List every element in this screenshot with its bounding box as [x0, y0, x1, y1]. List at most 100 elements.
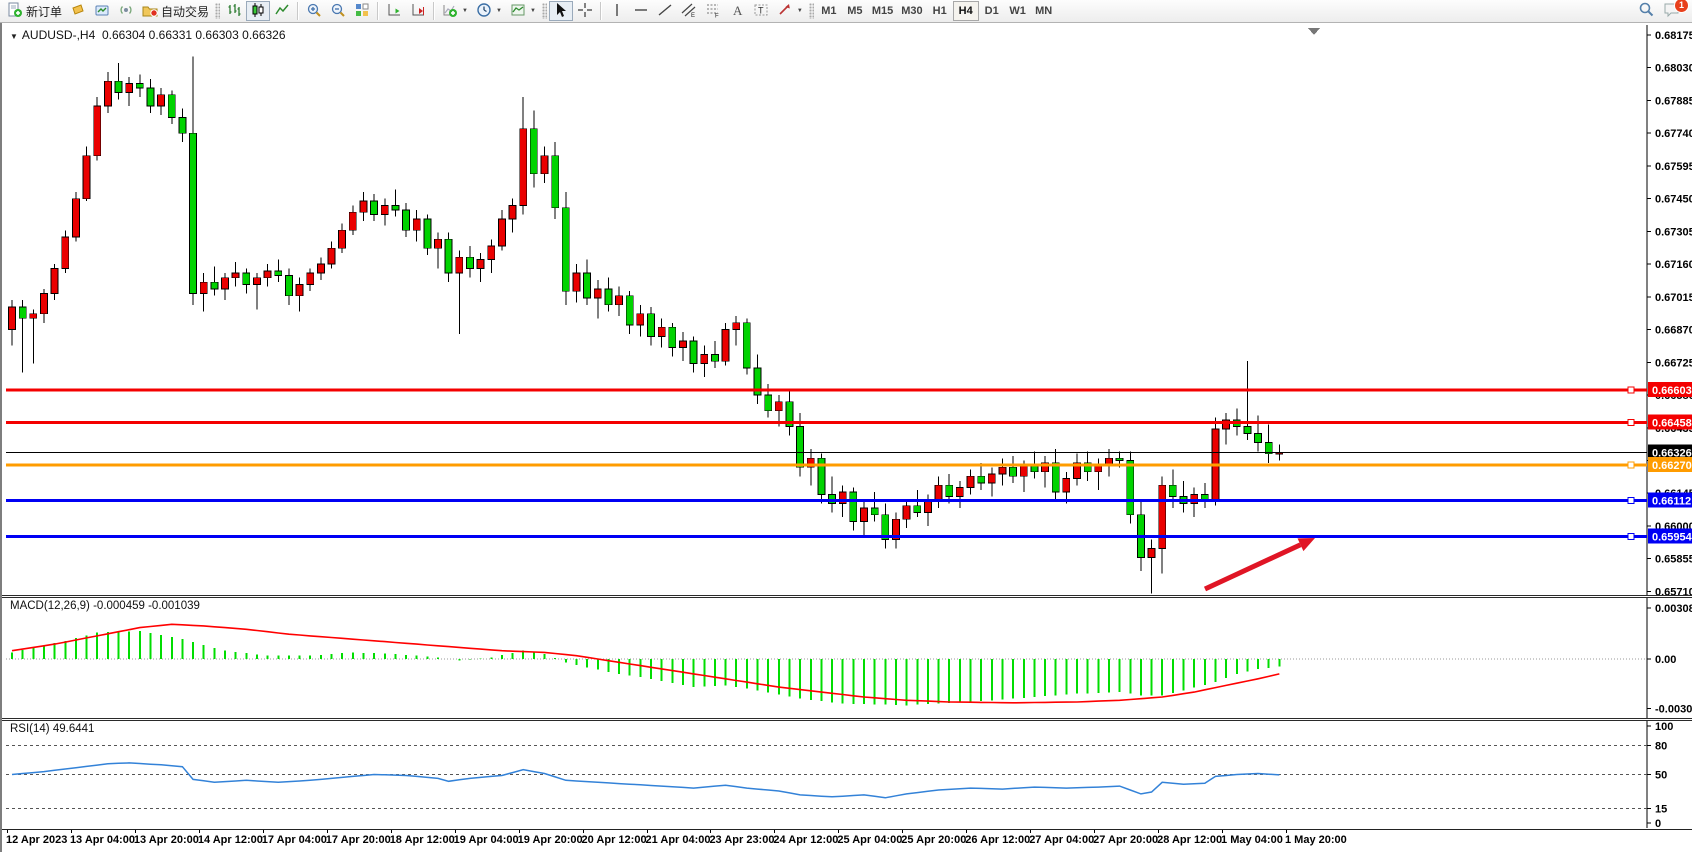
- chart-shift-button[interactable]: [406, 1, 430, 21]
- timeframe-button-M1[interactable]: M1: [816, 1, 842, 21]
- line-chart-button[interactable]: [270, 1, 294, 21]
- indicators-button[interactable]: ▼: [438, 1, 472, 21]
- time-label: 21 Apr 04:00: [646, 834, 711, 846]
- timeframe-button-M5[interactable]: M5: [842, 1, 868, 21]
- time-tick: [966, 830, 967, 833]
- rsi-panel[interactable]: 1008050150: [2, 721, 1692, 828]
- time-tick: [1158, 830, 1159, 833]
- line-handle[interactable]: [1628, 498, 1634, 504]
- search-button[interactable]: [1634, 1, 1659, 21]
- trendline-button[interactable]: [653, 1, 677, 21]
- svg-text:0.00: 0.00: [1655, 654, 1676, 666]
- svg-text:-0.003003: -0.003003: [1655, 704, 1692, 716]
- candlestick-chart-icon: [250, 2, 266, 21]
- time-label: 19 Apr 04:00: [454, 834, 519, 846]
- publish-chart-button[interactable]: [90, 1, 114, 21]
- line-chart-icon: [274, 2, 290, 21]
- time-label: 1 May 20:00: [1285, 834, 1347, 846]
- rsi-indicator-label: RSI(14) 49.6441: [10, 723, 94, 735]
- chart-title: ▼AUDUSD-,H4 0.66304 0.66331 0.66303 0.66…: [10, 28, 286, 42]
- time-tick: [583, 830, 584, 833]
- chart-shift-marker[interactable]: [1308, 28, 1320, 35]
- ohlc-open: 0.66304: [102, 28, 145, 42]
- objects-group: E F A T ▼: [605, 1, 807, 21]
- text-label-icon: T: [753, 2, 769, 21]
- timeframe-button-M15[interactable]: M15: [868, 1, 897, 21]
- trade-group: 新订单 自动交易: [3, 1, 213, 21]
- ohlc-close: 0.66326: [242, 28, 285, 42]
- svg-text:0.67015: 0.67015: [1655, 292, 1692, 304]
- main-price-panel[interactable]: 0.681750.680300.678850.677400.675950.674…: [2, 25, 1692, 595]
- zoom-in-button[interactable]: [302, 1, 326, 21]
- timeframe-button-H1[interactable]: H1: [927, 1, 953, 21]
- zoom-out-button[interactable]: [326, 1, 350, 21]
- timeframe-button-H4[interactable]: H4: [953, 1, 979, 21]
- cursor-icon: [553, 2, 569, 21]
- tile-windows-button[interactable]: [350, 1, 374, 21]
- vertical-line-button[interactable]: [605, 1, 629, 21]
- caret-down-icon: ▼: [462, 8, 468, 14]
- svg-text:0.66112: 0.66112: [1652, 496, 1691, 508]
- line-handle[interactable]: [1628, 533, 1634, 539]
- timeframe-button-MN[interactable]: MN: [1031, 1, 1057, 21]
- line-handle[interactable]: [1628, 462, 1634, 468]
- time-tick: [774, 830, 775, 833]
- arrows-button[interactable]: ▼: [773, 1, 807, 21]
- candlestick-chart-button[interactable]: [246, 1, 270, 21]
- time-tick: [1222, 830, 1223, 833]
- toolbar-grip[interactable]: [215, 3, 220, 19]
- svg-text:80: 80: [1655, 740, 1667, 752]
- templates-button[interactable]: ▼: [506, 1, 540, 21]
- new-order-button[interactable]: 新订单: [3, 1, 66, 21]
- cursor-button[interactable]: [549, 1, 573, 21]
- notifications-button[interactable]: 1: [1659, 1, 1685, 21]
- auto-scroll-button[interactable]: [382, 1, 406, 21]
- equidistant-channel-button[interactable]: E: [677, 1, 701, 21]
- time-tick: [1030, 830, 1031, 833]
- crosshair-icon: [577, 2, 593, 21]
- periods-button[interactable]: ▼: [472, 1, 506, 21]
- svg-text:0.66458: 0.66458: [1652, 418, 1692, 430]
- time-tick: [519, 830, 520, 833]
- svg-text:0.67740: 0.67740: [1655, 128, 1692, 140]
- timeframe-button-W1[interactable]: W1: [1005, 1, 1031, 21]
- time-label: 17 Apr 20:00: [326, 834, 391, 846]
- text-button[interactable]: A: [725, 1, 749, 21]
- toolbar-grip[interactable]: [542, 3, 547, 19]
- signals-button[interactable]: [114, 1, 138, 21]
- arrow-objects-icon: [777, 2, 793, 21]
- text-label-button[interactable]: T: [749, 1, 773, 21]
- horizontal-line-icon: [633, 2, 649, 21]
- market-watch-button[interactable]: [66, 1, 90, 21]
- line-handle[interactable]: [1628, 420, 1634, 426]
- auto-scroll-icon: [386, 2, 402, 21]
- vertical-line-icon: [609, 2, 625, 21]
- time-label: 23 Apr 23:00: [709, 834, 774, 846]
- timeframe-button-M30[interactable]: M30: [897, 1, 926, 21]
- chart-window[interactable]: ▼AUDUSD-,H4 0.66304 0.66331 0.66303 0.66…: [0, 23, 1692, 852]
- time-axis[interactable]: 12 Apr 202313 Apr 04:0013 Apr 20:0014 Ap…: [2, 829, 1692, 852]
- ohlc-high: 0.66331: [149, 28, 192, 42]
- chart-symbol-period: AUDUSD-,H4: [22, 28, 95, 42]
- time-tick: [71, 830, 72, 833]
- chart-dropdown-icon[interactable]: ▼: [10, 32, 18, 41]
- fibonacci-button[interactable]: F: [701, 1, 725, 21]
- time-label: 12 Apr 2023: [6, 834, 67, 846]
- trendline-icon: [657, 2, 673, 21]
- chart-type-group: [222, 1, 294, 21]
- timeframe-button-D1[interactable]: D1: [979, 1, 1005, 21]
- time-label: 1 May 04:00: [1221, 834, 1283, 846]
- time-label: 24 Apr 12:00: [773, 834, 838, 846]
- horizontal-line-button[interactable]: [629, 1, 653, 21]
- time-tick: [902, 830, 903, 833]
- insert-group: ▼ ▼ ▼: [438, 1, 540, 21]
- crosshair-button[interactable]: [573, 1, 597, 21]
- annotation-arrow[interactable]: [1205, 545, 1300, 589]
- auto-trading-button[interactable]: 自动交易: [138, 1, 213, 21]
- toolbar-grip[interactable]: [809, 3, 814, 19]
- time-tick: [1094, 830, 1095, 833]
- bar-chart-button[interactable]: [222, 1, 246, 21]
- macd-panel[interactable]: 0.0030860.00-0.003003: [2, 598, 1692, 718]
- svg-text:50: 50: [1655, 770, 1667, 782]
- line-handle[interactable]: [1628, 387, 1634, 393]
